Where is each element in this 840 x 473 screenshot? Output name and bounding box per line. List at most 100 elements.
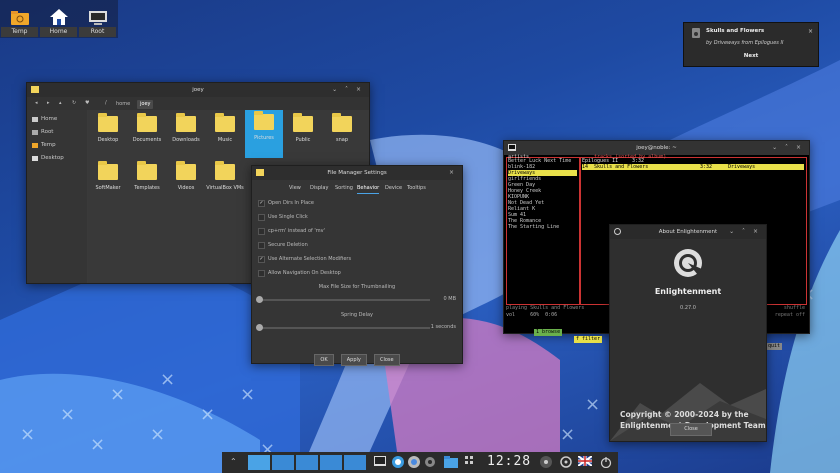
- folder-icon: [332, 113, 352, 132]
- option-alternate-selection[interactable]: ✓ Use Alternate Selection Modifiers: [258, 254, 351, 264]
- option-use-single-click[interactable]: Use Single Click: [258, 212, 308, 222]
- window-title: About Enlightenment: [658, 229, 718, 235]
- checkbox[interactable]: ✓: [258, 200, 265, 207]
- home-icon: [49, 9, 68, 25]
- option-secure-deletion[interactable]: Secure Deletion: [258, 240, 308, 250]
- folder-pictures[interactable]: Pictures: [245, 110, 283, 158]
- sidebar-item-home[interactable]: Home: [29, 114, 85, 125]
- checkbox[interactable]: [258, 228, 265, 235]
- folder-name: Videos: [177, 185, 195, 191]
- close-button[interactable]: Close: [373, 354, 400, 366]
- checkbox[interactable]: ✓: [258, 256, 265, 263]
- tab-tooltips[interactable]: Tooltips: [407, 183, 426, 193]
- settings-titlebar[interactable]: File Manager Settings ×: [252, 166, 462, 180]
- apply-button[interactable]: Apply: [340, 354, 367, 366]
- tab-device[interactable]: Device: [385, 183, 402, 193]
- notification-next-button[interactable]: Next: [684, 53, 818, 59]
- checkbox[interactable]: [258, 242, 265, 249]
- folder-downloads[interactable]: Downloads: [167, 112, 205, 158]
- checkbox[interactable]: [258, 270, 265, 277]
- path-home[interactable]: home: [113, 100, 133, 109]
- pager-desktop-4[interactable]: [320, 455, 342, 470]
- spring-delay-slider[interactable]: [256, 324, 430, 331]
- track-time: 3:32: [700, 164, 713, 170]
- option-cp-rm[interactable]: cp+rm' instead of 'mv': [258, 226, 325, 236]
- network-icon[interactable]: [560, 456, 572, 468]
- folder-public[interactable]: Public: [284, 112, 322, 158]
- pager-desktop-1[interactable]: [248, 455, 270, 470]
- launcher-temp[interactable]: Temp: [0, 0, 39, 38]
- tab-view[interactable]: View: [289, 183, 301, 193]
- folder-virtualbox-vms[interactable]: VirtualBox VMs: [206, 160, 244, 206]
- sidebar-item-root[interactable]: Root: [29, 127, 85, 138]
- chevron-up-icon[interactable]: ⌃: [230, 457, 237, 466]
- window-controls[interactable]: ⌄ ˄ ×: [772, 141, 804, 155]
- path-joey[interactable]: joey: [137, 100, 154, 109]
- option-open-dirs-in-place[interactable]: ✓ Open Dirs In Place: [258, 198, 314, 208]
- terminal-icon[interactable]: [374, 456, 386, 468]
- settings-icon[interactable]: [424, 456, 436, 468]
- footer-quit[interactable]: quit: [766, 343, 783, 350]
- grid-icon[interactable]: [465, 456, 475, 468]
- folder-snap[interactable]: snap: [323, 112, 361, 158]
- file-manager-titlebar[interactable]: joey ⌄ ˄ ×: [27, 83, 369, 97]
- track-row-selected[interactable]: 14 Skulls and Flowers 3:32 Driveways: [582, 164, 804, 170]
- thumbnail-size-slider[interactable]: [256, 296, 430, 303]
- taskbar: ⌃ 12:28: [222, 452, 618, 473]
- folder-videos[interactable]: Videos: [167, 160, 205, 206]
- option-allow-navigation-desktop[interactable]: Allow Navigation On Desktop: [258, 268, 341, 278]
- sidebar-item-label: Temp: [41, 142, 56, 148]
- refresh-icon[interactable]: ↻: [72, 100, 76, 106]
- sidebar-item-desktop[interactable]: Desktop: [29, 153, 85, 164]
- close-button[interactable]: Close: [670, 423, 712, 436]
- flag-icon[interactable]: [578, 456, 592, 466]
- heart-icon[interactable]: ♥: [85, 100, 89, 106]
- launcher-root[interactable]: Root: [78, 0, 117, 38]
- spring-delay-value: 1 seconds: [430, 324, 456, 330]
- browser-icon[interactable]: [392, 456, 404, 468]
- svg-text:×: ×: [90, 434, 105, 455]
- ok-button[interactable]: OK: [314, 354, 334, 366]
- power-icon[interactable]: [600, 456, 612, 468]
- about-titlebar[interactable]: About Enlightenment ⌄ ˄ ×: [610, 225, 766, 239]
- footer-filter[interactable]: f filter: [574, 336, 603, 343]
- forward-icon[interactable]: ▸: [47, 100, 50, 106]
- tab-display[interactable]: Display: [310, 183, 328, 193]
- sidebar-item-temp[interactable]: Temp: [29, 140, 85, 151]
- terminal-titlebar[interactable]: joey@noble: ~ ⌄ ˄ ×: [504, 141, 809, 155]
- footer-browse[interactable]: 1 browse: [534, 329, 563, 336]
- folder-templates[interactable]: Templates: [128, 160, 166, 206]
- tab-behavior[interactable]: Behavior: [357, 183, 380, 194]
- tab-sorting[interactable]: Sorting: [335, 183, 353, 193]
- folder-name: VirtualBox VMs: [206, 185, 244, 191]
- slider-knob[interactable]: [256, 296, 263, 303]
- artist-item[interactable]: The Starting Line: [508, 224, 577, 230]
- folder-desktop[interactable]: Desktop: [89, 112, 127, 158]
- pager-desktop-5[interactable]: [344, 455, 366, 470]
- up-icon[interactable]: ▴: [59, 100, 62, 106]
- folder-icon[interactable]: [444, 456, 458, 468]
- notification-popup[interactable]: Skulls and Flowers by Driveways from Epi…: [683, 22, 819, 67]
- pager-desktop-3[interactable]: [296, 455, 318, 470]
- back-icon[interactable]: ◂: [35, 100, 38, 106]
- close-icon[interactable]: ×: [449, 166, 457, 180]
- pager-desktop-2[interactable]: [272, 455, 294, 470]
- folder-icon: [215, 113, 235, 132]
- folder-softmaker[interactable]: SoftMaker: [89, 160, 127, 206]
- close-icon[interactable]: ×: [808, 28, 813, 35]
- track-artist: Driveways: [728, 164, 756, 170]
- window-controls[interactable]: ⌄ ˄ ×: [332, 83, 364, 97]
- folder-name: Documents: [132, 137, 162, 143]
- media-icon[interactable]: [540, 456, 552, 468]
- chromium-icon[interactable]: [408, 456, 420, 468]
- checkbox[interactable]: [258, 214, 265, 221]
- path-root[interactable]: /: [105, 100, 107, 106]
- slider-knob[interactable]: [256, 324, 263, 331]
- folder-documents[interactable]: Documents: [128, 112, 166, 158]
- window-controls[interactable]: ⌄ ˄ ×: [729, 225, 761, 239]
- launcher-home[interactable]: Home: [39, 0, 78, 38]
- folder-icon: [98, 113, 118, 132]
- taskbar-clock[interactable]: 12:28: [487, 454, 531, 469]
- folder-music[interactable]: Music: [206, 112, 244, 158]
- svg-text:×: ×: [160, 369, 175, 390]
